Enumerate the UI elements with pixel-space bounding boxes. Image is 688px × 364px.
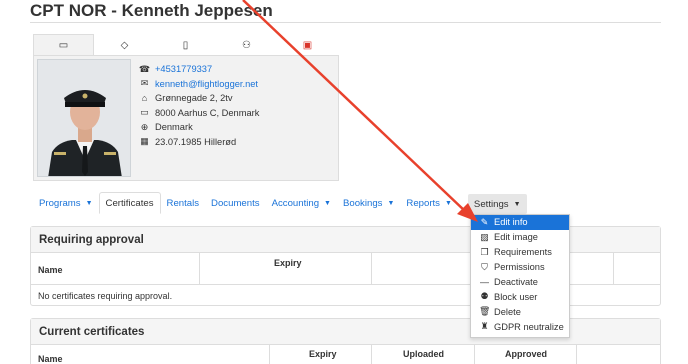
city-address: 8000 Aarhus C, Denmark: [155, 107, 260, 118]
menu-item-label: Edit info: [494, 217, 528, 228]
caret-down-icon: ▼: [513, 200, 521, 208]
caret-down-icon: ▼: [85, 199, 93, 207]
profile-panel: ☎ +4531779337 ✉ kenneth@flightlogger.net…: [33, 55, 339, 181]
user-lock-icon: ⚉: [480, 291, 489, 302]
menu-item-label: Permissions: [494, 262, 545, 273]
envelope-icon: ✉: [140, 78, 149, 89]
copy-icon: ❐: [480, 246, 489, 257]
profile-info: ☎ +4531779337 ✉ kenneth@flightlogger.net…: [138, 62, 260, 150]
birth-date: 23.07.1985 Hillerød: [155, 136, 237, 147]
col-expiry[interactable]: Expiry: [309, 349, 337, 359]
home-icon: ⌂: [141, 93, 148, 104]
menu-item-delete[interactable]: 🗑 Delete: [471, 304, 569, 319]
tab-bookings-label: Bookings: [342, 197, 383, 209]
tab-settings[interactable]: Settings ▼: [467, 194, 527, 214]
column-divider: [613, 253, 614, 284]
user-secret-icon: ♜: [480, 321, 489, 332]
phone-row[interactable]: ☎ +4531779337: [138, 62, 259, 77]
tag-icon: ◇: [120, 39, 129, 51]
tab-settings-label: Settings: [473, 198, 509, 210]
column-divider: [199, 253, 200, 284]
profile-tab-info[interactable]: ▭: [33, 34, 94, 56]
column-divider: [576, 345, 577, 364]
menu-item-label: Deactivate: [494, 277, 538, 287]
menu-item-label: Delete: [494, 306, 521, 317]
menu-item-block-user[interactable]: ⚉ Block user: [471, 289, 569, 304]
column-divider: [474, 345, 475, 364]
calendar-icon: ▦: [140, 136, 149, 147]
menu-item-deactivate[interactable]: — Deactivate: [471, 275, 569, 290]
column-divider: [371, 253, 372, 284]
tab-certificates-label: Certificates: [105, 197, 154, 209]
email-address[interactable]: kenneth@flightlogger.net: [155, 79, 258, 89]
city-row: ▭ 8000 Aarhus C, Denmark: [138, 106, 259, 121]
menu-item-label: GDPR neutralize: [494, 321, 564, 332]
caret-down-icon: ▼: [444, 199, 452, 207]
settings-dropdown-menu: ✎ Edit info ▨ Edit image ❐ Requirements …: [470, 214, 570, 338]
menu-item-edit-info[interactable]: ✎ Edit info: [471, 215, 569, 230]
profile-photo: [37, 59, 131, 177]
menu-item-label: Block user: [494, 291, 538, 302]
id-card-icon: ▭: [58, 40, 69, 51]
email-row[interactable]: ✉ kenneth@flightlogger.net: [138, 77, 259, 92]
menu-item-label: Requirements: [494, 247, 552, 258]
pencil-icon: ✎: [480, 216, 489, 227]
col-approved[interactable]: Approved: [505, 349, 547, 359]
page-title: CPT NOR - Kenneth Jeppesen: [30, 1, 273, 20]
column-divider: [269, 345, 270, 364]
menu-item-permissions[interactable]: ⛉ Permissions: [471, 260, 569, 275]
street-row: ⌂ Grønnegade 2, 2tv: [138, 91, 259, 106]
title-divider: [30, 22, 661, 23]
shield-icon: ⛉: [481, 261, 488, 272]
tab-reports-label: Reports: [406, 197, 440, 209]
tab-certificates[interactable]: Certificates: [98, 192, 161, 214]
main-tabs: Programs ▼ Certificates Rentals Documents…: [33, 192, 527, 214]
caret-down-icon: ▼: [387, 199, 395, 207]
country-row: ⊕ Denmark: [138, 120, 259, 135]
country: Denmark: [155, 122, 193, 133]
menu-item-edit-image[interactable]: ▨ Edit image: [471, 230, 569, 245]
phone-icon: ☎: [138, 63, 151, 74]
tab-rentals[interactable]: Rentals: [161, 192, 206, 214]
phone-number[interactable]: +4531779337: [155, 64, 212, 74]
caret-down-icon: ▼: [324, 199, 331, 207]
id-card-red-icon: ▣: [302, 39, 313, 51]
minus-icon: —: [480, 277, 489, 287]
profile-tab-tags[interactable]: ◇: [94, 34, 155, 56]
address-card-icon: ▭: [140, 107, 149, 118]
col-uploaded[interactable]: Uploaded: [403, 349, 444, 359]
empty-approval-message: No certificates requiring approval.: [38, 291, 173, 301]
menu-item-requirements[interactable]: ❐ Requirements: [471, 245, 569, 260]
clipboard-icon: ▯: [182, 39, 189, 51]
tab-bookings[interactable]: Bookings ▼: [337, 192, 400, 214]
tab-accounting[interactable]: Accounting ▼: [266, 192, 337, 214]
globe-icon: ⊕: [140, 121, 149, 132]
tab-documents-label: Documents: [211, 197, 260, 209]
tab-rentals-label: Rentals: [166, 197, 200, 209]
col-name[interactable]: Name: [38, 354, 63, 364]
menu-item-gdpr-neutralize[interactable]: ♜ GDPR neutralize: [471, 319, 569, 334]
birth-row: ▦ 23.07.1985 Hillerød: [138, 135, 259, 150]
profile-tab-card[interactable]: ▣: [277, 34, 338, 56]
people-icon: ⚇: [242, 39, 251, 51]
street-address: Grønnegade 2, 2tv: [155, 93, 233, 104]
tab-accounting-label: Accounting: [271, 197, 320, 209]
tab-documents[interactable]: Documents: [205, 192, 266, 214]
col-expiry[interactable]: Expiry: [274, 258, 302, 268]
col-name[interactable]: Name: [38, 265, 63, 275]
profile-tab-people[interactable]: ⚇: [216, 34, 277, 56]
image-icon: ▨: [480, 231, 489, 242]
profile-tabs: ▭ ◇ ▯ ⚇ ▣: [33, 34, 339, 56]
menu-item-label: Edit image: [494, 232, 538, 243]
tab-reports[interactable]: Reports ▼: [400, 192, 458, 214]
column-divider: [371, 345, 372, 364]
trash-icon: 🗑: [479, 306, 491, 317]
tab-programs[interactable]: Programs ▼: [33, 192, 99, 214]
tab-programs-label: Programs: [39, 197, 81, 209]
pilot-portrait-image: [38, 60, 130, 176]
profile-tab-clipboard[interactable]: ▯: [155, 34, 216, 56]
